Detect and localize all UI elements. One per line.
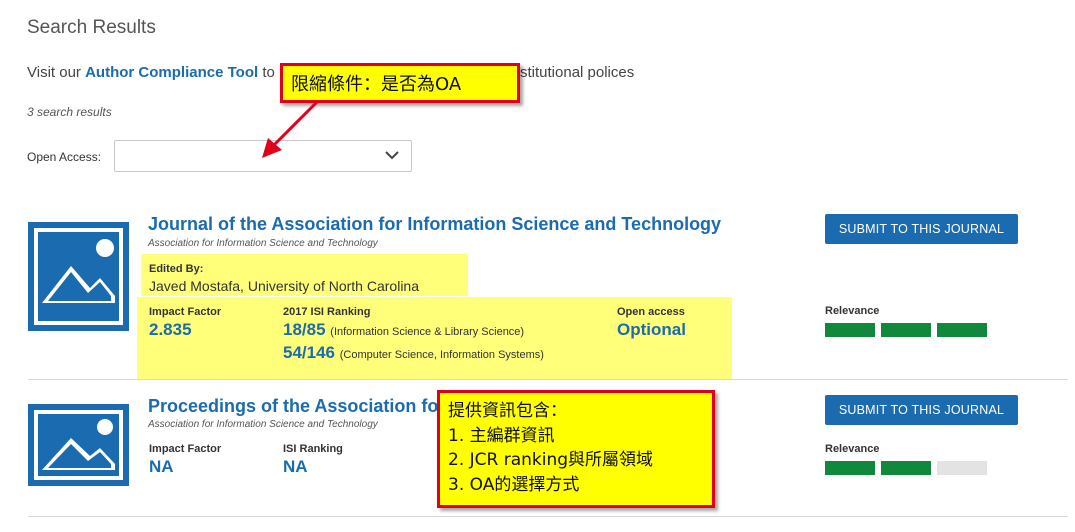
compliance-prefix: Visit our (27, 64, 86, 81)
journal-title-link[interactable]: Proceedings of the Association for In (148, 396, 466, 417)
compliance-suffix: stitutional polices (520, 64, 635, 81)
result-divider (28, 379, 1068, 380)
annotation-arrow (262, 100, 319, 158)
isi-ranking-label: ISI Ranking (283, 443, 343, 455)
info-note-item: 2. JCR ranking與所屬領域 (448, 450, 654, 470)
relevance-label: Relevance (825, 305, 880, 317)
relevance-bar (937, 323, 987, 337)
chevron-down-icon (385, 151, 399, 160)
relevance-bar (825, 323, 875, 337)
impact-factor-value: 2.835 (149, 320, 192, 339)
open-access-label-result: Open access (617, 306, 685, 318)
annotation-filter-note: 限縮條件：是否為OA (280, 63, 520, 103)
relevance-bar (825, 461, 875, 475)
isi-ranking-2-value: 54/146 (283, 343, 335, 362)
author-compliance-tool-link[interactable]: Author Compliance Tool (85, 64, 258, 81)
compliance-text: Visit our Author Compliance Tool to (27, 64, 275, 81)
journal-thumbnail[interactable] (28, 404, 129, 491)
impact-factor-label: Impact Factor (149, 443, 222, 455)
relevance-bar (881, 323, 931, 337)
relevance-label: Relevance (825, 443, 880, 455)
isi-ranking-2: 54/146 (Computer Science, Information Sy… (283, 343, 544, 363)
journal-thumbnail[interactable] (28, 222, 129, 336)
journal-publisher: Association for Information Science and … (148, 238, 378, 249)
relevance-bar (881, 461, 931, 475)
image-placeholder-icon (28, 404, 129, 486)
relevance-bar (937, 461, 987, 475)
relevance-bars (825, 461, 987, 475)
edited-by-label: Edited By: (149, 263, 204, 275)
journal-publisher: Association for Information Science and … (148, 419, 378, 430)
info-note-item: 1. 主編群資訊 (448, 425, 555, 446)
results-count: 3 search results (27, 105, 112, 119)
compliance-middle: to (258, 64, 275, 81)
impact-factor-value: NA (149, 457, 174, 476)
editor-name: Javed Mostafa, University of North Carol… (149, 278, 419, 294)
open-access-value: Optional (617, 320, 686, 339)
submit-journal-button[interactable]: SUBMIT TO THIS JOURNAL (825, 214, 1018, 244)
relevance-bars (825, 323, 987, 337)
isi-ranking-1-category: (Information Science & Library Science) (330, 326, 525, 338)
impact-factor-label: Impact Factor (149, 306, 222, 318)
result-divider (28, 516, 1068, 517)
isi-ranking-1-value: 18/85 (283, 320, 326, 339)
isi-ranking-1: 18/85 (Information Science & Library Sci… (283, 320, 524, 340)
info-note-item: 3. OA的選擇方式 (448, 474, 580, 495)
journal-title-link[interactable]: Journal of the Association for Informati… (148, 214, 721, 235)
isi-ranking-value: NA (283, 457, 308, 476)
isi-ranking-label: 2017 ISI Ranking (283, 306, 371, 318)
info-note-heading: 提供資訊包含： (448, 401, 567, 421)
annotation-info-note: 提供資訊包含： 1. 主編群資訊 2. JCR ranking與所屬領域 3. … (437, 390, 715, 508)
isi-ranking-2-category: (Computer Science, Information Systems) (339, 349, 544, 361)
open-access-label: Open Access: (27, 150, 102, 164)
submit-journal-button[interactable]: SUBMIT TO THIS JOURNAL (825, 395, 1018, 425)
image-placeholder-icon (28, 222, 129, 331)
page-title: Search Results (27, 17, 156, 38)
